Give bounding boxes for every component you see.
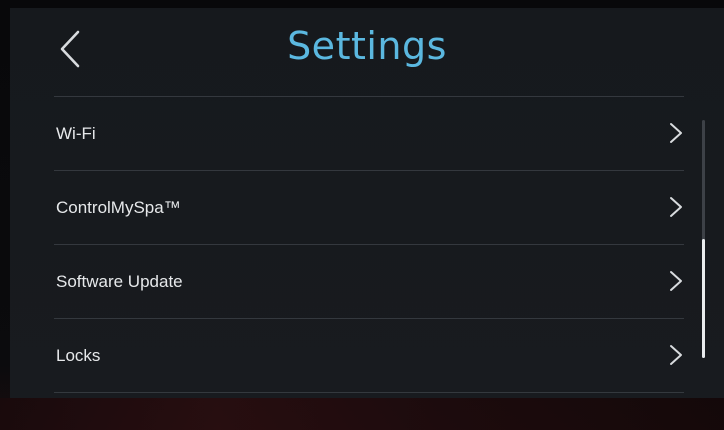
chevron-right-icon [668, 121, 684, 145]
settings-item-label: Locks [56, 346, 101, 365]
bezel-reflection [0, 398, 724, 430]
settings-item-software-update[interactable]: Software Update [54, 245, 684, 318]
settings-item-wifi[interactable]: Wi-Fi [54, 97, 684, 170]
settings-item-label: Wi-Fi [56, 124, 96, 143]
scrollbar[interactable] [702, 120, 705, 358]
scrollbar-thumb[interactable] [702, 239, 705, 358]
chevron-right-icon [668, 195, 684, 219]
page-title: Settings [287, 24, 447, 68]
settings-item-label: ControlMySpa™ [56, 198, 181, 217]
settings-item-locks[interactable]: Locks [54, 319, 684, 392]
settings-list: Wi-Fi ControlMySpa™ Software Update Lock… [54, 96, 684, 393]
chevron-right-icon [668, 269, 684, 293]
chevron-right-icon [668, 343, 684, 367]
divider [54, 392, 684, 393]
settings-screen: Settings Wi-Fi ControlMySpa™ Software Up… [10, 8, 724, 398]
settings-item-controlmyspa[interactable]: ControlMySpa™ [54, 171, 684, 244]
header: Settings [10, 8, 724, 96]
settings-item-label: Software Update [56, 272, 183, 291]
